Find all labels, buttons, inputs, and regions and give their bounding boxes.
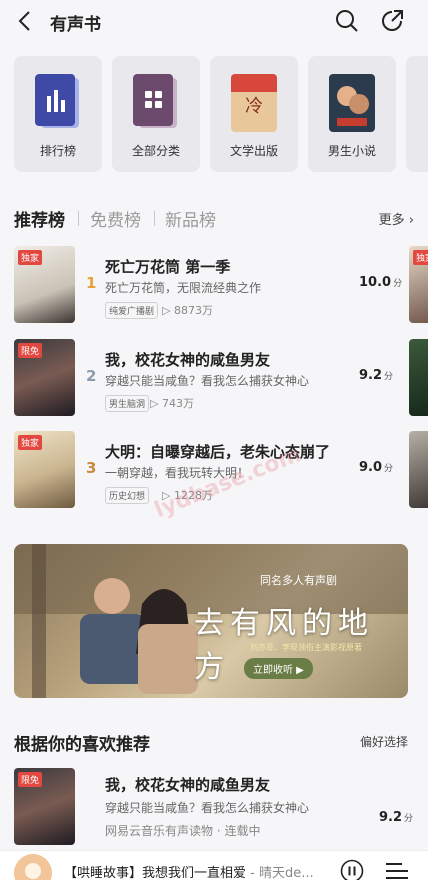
rating: 10.0 分 (359, 275, 402, 290)
tab-divider (154, 211, 155, 226)
rating-unit: 分 (384, 464, 394, 474)
share-icon[interactable] (379, 8, 405, 34)
category-ranking[interactable]: 排行榜 (14, 56, 102, 172)
category-all[interactable]: 全部分类 (112, 56, 200, 172)
rating-unit: 分 (404, 814, 414, 824)
book-description: 穿越只能当咸鱼？看我怎么捕获女神心 (105, 374, 310, 388)
tab-new[interactable]: 新品榜 (165, 206, 216, 231)
back-icon[interactable] (14, 9, 38, 33)
pause-icon[interactable] (340, 859, 364, 880)
book-cover[interactable] (409, 431, 428, 508)
exclusive-badge: 独家 (18, 435, 43, 450)
tab-free[interactable]: 免费榜 (90, 206, 141, 231)
playlist-icon[interactable] (386, 861, 408, 880)
rank-number: 1 (86, 274, 97, 292)
book-source: 网易云音乐有声读物 · 连载中 (105, 824, 261, 838)
free-badge: 限免 (18, 772, 43, 787)
tab-divider (78, 211, 79, 226)
tab-recommend[interactable]: 推荐榜 (14, 206, 65, 231)
category-label: 文学出版 (229, 144, 278, 158)
page-title: 有声书 (50, 15, 101, 35)
svg-text:冷: 冷 (245, 96, 263, 117)
ranking-icon (35, 74, 79, 128)
category-more[interactable] (406, 56, 428, 172)
category-strip: 排行榜 全部分类 冷 文学出版 男生小说 (14, 56, 428, 174)
book-cover[interactable] (409, 339, 428, 416)
preference-link[interactable]: 偏好选择 (360, 733, 408, 750)
ranking-item[interactable]: 限免 2 我，校花女神的咸鱼男友 穿越只能当咸鱼？看我怎么捕获女神心 男生脑洞 … (14, 339, 428, 419)
rating: 9.2 分 (359, 368, 393, 383)
chevron-right-icon: › (404, 213, 414, 228)
rating: 9.0 分 (359, 460, 393, 475)
rating-value: 9.2 (359, 368, 383, 383)
rating-value: 9.2 (379, 810, 403, 825)
play-icon: ▷ (150, 397, 162, 410)
category-literature[interactable]: 冷 文学出版 (210, 56, 298, 172)
book-title: 死亡万花筒 第一季 (105, 258, 231, 276)
promo-banner[interactable]: 同名多人有声剧 去有风的地方 刘亦菲、李现领衔主演影视原著 立即收听 ▶ (14, 544, 408, 698)
top-bar: 有声书 (0, 0, 428, 42)
now-playing-cover[interactable] (14, 854, 52, 880)
now-playing-art (14, 854, 52, 880)
grid-icon (133, 74, 177, 128)
play-count: ▷ 743万 (150, 395, 194, 411)
rating-unit: 分 (384, 372, 394, 382)
book-cover (329, 74, 375, 132)
section-title: 根据你的喜欢推荐 (14, 735, 150, 755)
genre-tag: 历史幻想 (105, 487, 150, 504)
track-artist: - 晴天de... (246, 866, 314, 880)
category-male-novel[interactable]: 男生小说 (308, 56, 396, 172)
more-label: 更多 (378, 213, 405, 228)
banner-cast: 刘亦菲、李现领衔主演影视原著 (250, 643, 362, 652)
banner-subtitle: 同名多人有声剧 (260, 574, 337, 587)
track-title: 【哄睡故事】我想我们一直相爱 (64, 866, 247, 880)
category-label: 男生小说 (327, 144, 376, 158)
play-icon: ▷ (162, 304, 174, 317)
genre-tag: 男生脑洞 (105, 395, 150, 412)
category-label: 全部分类 (131, 144, 180, 158)
genre-tag: 纯爱广播剧 (105, 302, 159, 319)
play-count: ▷ 8873万 (162, 302, 213, 318)
book-title: 我，校花女神的咸鱼男友 (105, 776, 271, 794)
search-icon[interactable] (334, 8, 360, 34)
exclusive-badge: 独家 (413, 250, 428, 265)
rating: 9.2 分 (379, 810, 413, 825)
play-count-value: 743万 (161, 397, 194, 410)
category-label: 排行榜 (39, 144, 76, 158)
rank-number: 3 (86, 459, 97, 477)
more-link[interactable]: 更多 › (379, 209, 414, 228)
rating-value: 9.0 (359, 460, 383, 475)
recommend-item[interactable]: 限免 我，校花女神的咸鱼男友 穿越只能当咸鱼？看我怎么捕获女神心 网易云音乐有声… (14, 768, 428, 848)
mini-player[interactable]: 【哄睡故事】我想我们一直相爱 - 晴天de... (0, 850, 428, 880)
exclusive-badge: 独家 (18, 250, 43, 265)
book-cover: 冷 (231, 74, 277, 132)
ranking-tabs: 推荐榜 免费榜 新品榜 更多 › (14, 206, 414, 231)
book-title: 我，校花女神的咸鱼男友 (105, 351, 271, 369)
book-description: 穿越只能当咸鱼？看我怎么捕获女神心 (105, 801, 310, 815)
rating-value: 10.0 (359, 275, 392, 290)
listen-now-button[interactable]: 立即收听 ▶ (244, 658, 313, 679)
book-cover: 独家 (14, 246, 75, 323)
book-cover[interactable]: 独家 (409, 246, 428, 323)
book-cover: 限免 (14, 768, 75, 845)
book-cover: 独家 (14, 431, 75, 508)
rating-unit: 分 (393, 279, 403, 289)
rank-number: 2 (86, 367, 97, 385)
now-playing-title: 【哄睡故事】我想我们一直相爱 - 晴天de... (64, 862, 330, 880)
ranking-item[interactable]: 独家 1 死亡万花筒 第一季 死亡万花筒，无限流经典之作 纯爱广播剧 ▷ 887… (14, 246, 428, 326)
free-badge: 限免 (18, 343, 43, 358)
play-count-value: 8873万 (173, 304, 213, 317)
book-cover: 限免 (14, 339, 75, 416)
book-description: 死亡万花筒，无限流经典之作 (105, 281, 262, 295)
